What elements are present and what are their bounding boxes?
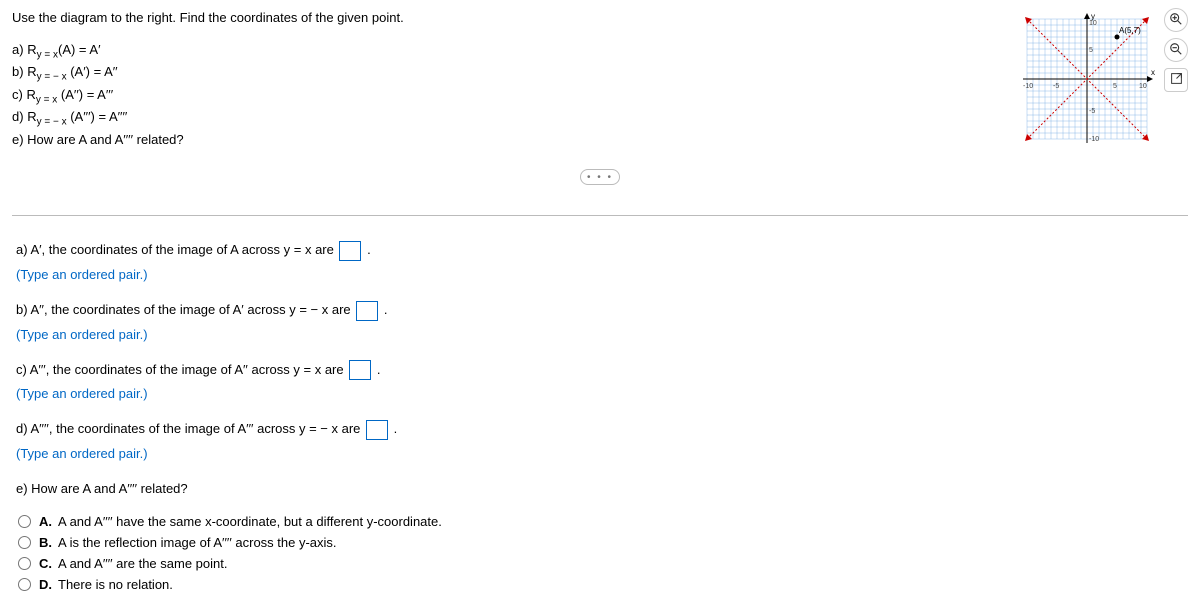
- hint-c: (Type an ordered pair.): [16, 384, 1184, 405]
- item-b-r: R: [27, 64, 36, 79]
- answer-b-pre: b) A′′, the coordinates of the image of …: [16, 302, 354, 317]
- choice-d-radio[interactable]: [18, 578, 31, 591]
- answer-a-input[interactable]: [339, 241, 361, 261]
- item-d-r: R: [27, 109, 36, 124]
- svg-text:10: 10: [1089, 20, 1097, 27]
- choice-c-text: A and A′′′′ are the same point.: [58, 556, 227, 571]
- svg-text:-5: -5: [1089, 108, 1095, 115]
- answer-d-post: .: [394, 421, 398, 436]
- choice-c-letter: C.: [39, 556, 52, 571]
- svg-text:5: 5: [1113, 83, 1117, 90]
- item-e-label: e) How are A and A′′′′ related?: [12, 130, 996, 150]
- choice-d-letter: D.: [39, 577, 52, 592]
- item-d-sub: y = − x: [37, 117, 67, 128]
- item-b-rest: (A′) = A′′: [67, 64, 118, 79]
- svg-text:5: 5: [1089, 47, 1093, 54]
- zoom-in-button[interactable]: [1164, 8, 1188, 32]
- divider: [12, 215, 1188, 216]
- choice-d-text: There is no relation.: [58, 577, 173, 592]
- point-a-label: A(5,7): [1119, 26, 1141, 35]
- expand-button[interactable]: [1164, 68, 1188, 92]
- multiple-choice: A. A and A′′′′ have the same x-coordinat…: [16, 514, 1184, 592]
- svg-text:-10: -10: [1023, 83, 1033, 90]
- instruction: Use the diagram to the right. Find the c…: [12, 8, 996, 28]
- svg-text:10: 10: [1139, 83, 1147, 90]
- answer-d-pre: d) A′′′′, the coordinates of the image o…: [16, 421, 364, 436]
- hint-d: (Type an ordered pair.): [16, 444, 1184, 465]
- item-c-label: c): [12, 87, 23, 102]
- item-c-rest: (A′′) = A′′′: [57, 87, 113, 102]
- item-b-label: b): [12, 64, 24, 79]
- answer-a-post: .: [367, 242, 371, 257]
- svg-text:-10: -10: [1089, 136, 1099, 143]
- answer-b-post: .: [384, 302, 388, 317]
- answer-b-input[interactable]: [356, 301, 378, 321]
- zoom-in-icon: [1169, 12, 1183, 29]
- item-d-label: d): [12, 109, 24, 124]
- item-a-r: R: [27, 42, 36, 57]
- zoom-out-button[interactable]: [1164, 38, 1188, 62]
- choice-a-radio[interactable]: [18, 515, 31, 528]
- item-c-r: R: [26, 87, 35, 102]
- item-b-sub: y = − x: [37, 72, 67, 83]
- item-a-sub: y = x: [37, 49, 58, 60]
- item-a-label: a): [12, 42, 24, 57]
- answer-d-input[interactable]: [366, 420, 388, 440]
- choice-b-text: A is the reflection image of A′′′′ acros…: [58, 535, 337, 550]
- collapse-toggle[interactable]: • • •: [580, 169, 620, 185]
- item-d-rest: (A′′′) = A′′′′: [67, 109, 128, 124]
- choice-b-radio[interactable]: [18, 536, 31, 549]
- hint-b: (Type an ordered pair.): [16, 325, 1184, 346]
- answer-e-question: e) How are A and A′′′′ related?: [16, 479, 1184, 500]
- answer-c-post: .: [377, 362, 381, 377]
- problem-statement: Use the diagram to the right. Find the c…: [12, 8, 996, 149]
- choice-a-text: A and A′′′′ have the same x-coordinate, …: [58, 514, 442, 529]
- item-a-rest: (A) = A′: [58, 42, 101, 57]
- answer-a-pre: a) A′, the coordinates of the image of A…: [16, 242, 337, 257]
- choice-a-letter: A.: [39, 514, 52, 529]
- choice-c-radio[interactable]: [18, 557, 31, 570]
- zoom-out-icon: [1169, 42, 1183, 59]
- expand-icon: [1170, 72, 1183, 88]
- answer-c-pre: c) A′′′, the coordinates of the image of…: [16, 362, 347, 377]
- coordinate-graph: A(5,7) y x 10 5 -5 -10 5 10 -5 -10: [1016, 8, 1156, 148]
- dots-icon: • • •: [587, 172, 613, 183]
- x-axis-label: x: [1151, 68, 1155, 77]
- answer-c-input[interactable]: [349, 360, 371, 380]
- hint-a: (Type an ordered pair.): [16, 265, 1184, 286]
- choice-b-letter: B.: [39, 535, 52, 550]
- item-c-sub: y = x: [36, 94, 57, 105]
- svg-text:-5: -5: [1053, 83, 1059, 90]
